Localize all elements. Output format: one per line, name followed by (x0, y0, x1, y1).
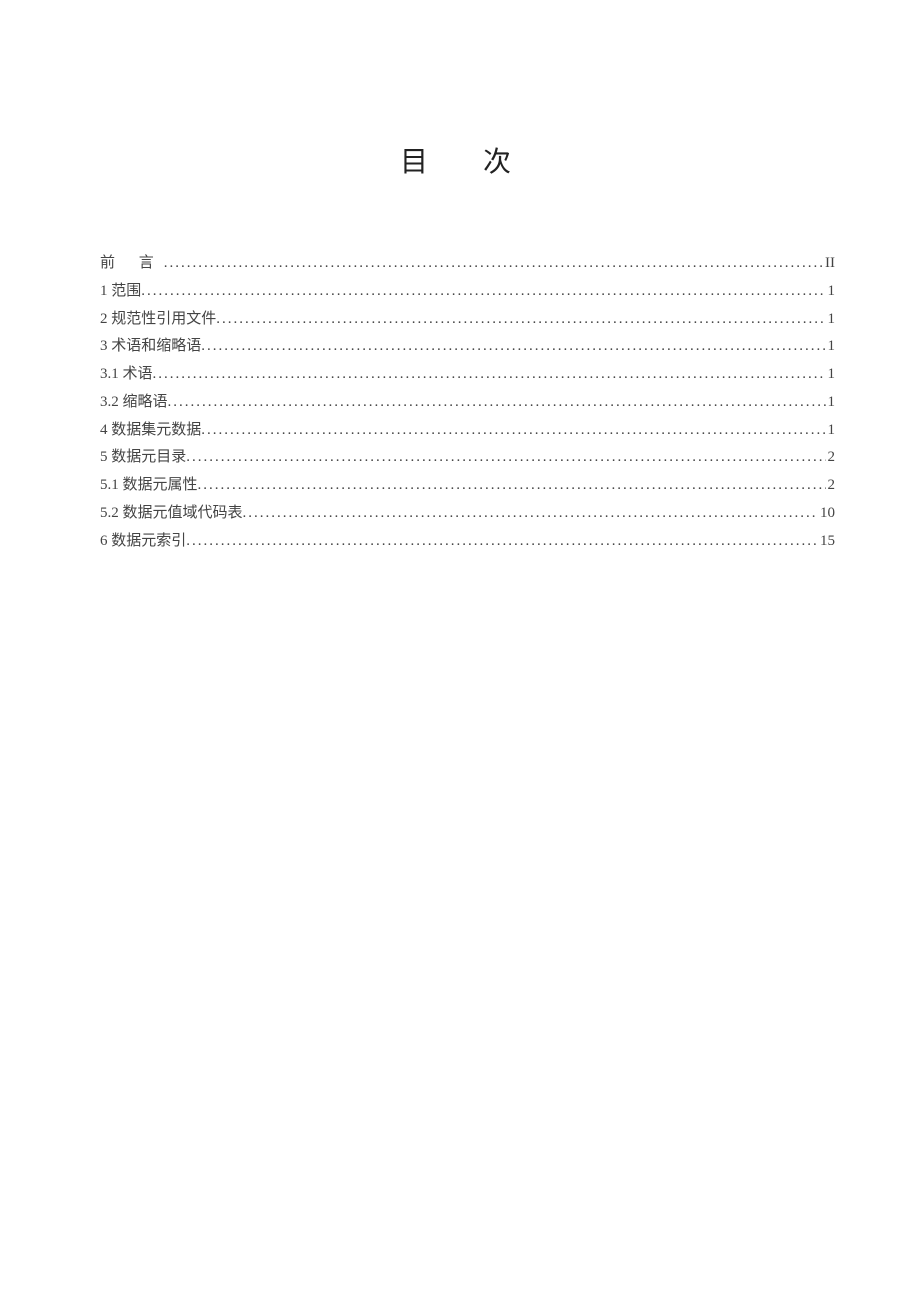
toc-dots (186, 528, 818, 556)
toc-dots (201, 417, 825, 445)
toc-dots (201, 333, 825, 361)
toc-entry-label: 5 数据元目录 (100, 444, 186, 472)
toc-entry: 1 范围 1 (100, 278, 835, 306)
toc-entry-label: 5.2 数据元值域代码表 (100, 500, 243, 528)
toc-dots (168, 389, 826, 417)
toc-entry-page: 1 (826, 306, 836, 334)
toc-entry-page: 2 (826, 444, 836, 472)
toc-title: 目 次 (100, 140, 835, 180)
toc-entry-page: II (823, 250, 835, 278)
toc-entry: 3 术语和缩略语 1 (100, 333, 835, 361)
toc-entry-label: 前 言 (100, 250, 164, 278)
toc-dots (164, 250, 823, 278)
toc-entry-label: 5.1 数据元属性 (100, 472, 198, 500)
toc-dots (153, 361, 826, 389)
toc-entry-page: 1 (826, 333, 836, 361)
toc-dots (186, 444, 825, 472)
toc-dots (141, 278, 825, 306)
toc-entry-label: 3.1 术语 (100, 361, 153, 389)
toc-entry-page: 1 (826, 389, 836, 417)
toc-dots (198, 472, 826, 500)
toc-dots (216, 306, 825, 334)
toc-entry: 3.1 术语 1 (100, 361, 835, 389)
toc-entry: 3.2 缩略语 1 (100, 389, 835, 417)
toc-entry-page: 2 (826, 472, 836, 500)
toc-entry-label: 3.2 缩略语 (100, 389, 168, 417)
toc-entry: 4 数据集元数据 1 (100, 417, 835, 445)
table-of-contents: 前 言 II 1 范围 1 2 规范性引用文件 1 3 术语和缩略语 1 3.1… (100, 250, 835, 555)
toc-entry: 5.2 数据元值域代码表 10 (100, 500, 835, 528)
toc-entry-page: 10 (818, 500, 835, 528)
toc-entry: 前 言 II (100, 250, 835, 278)
toc-entry-page: 15 (818, 528, 835, 556)
toc-entry-label: 3 术语和缩略语 (100, 333, 201, 361)
toc-entry-label: 2 规范性引用文件 (100, 306, 216, 334)
toc-entry: 5 数据元目录 2 (100, 444, 835, 472)
toc-entry-label: 6 数据元索引 (100, 528, 186, 556)
document-page: 目 次 前 言 II 1 范围 1 2 规范性引用文件 1 3 术语和缩略语 1… (0, 0, 920, 555)
toc-entry-label: 4 数据集元数据 (100, 417, 201, 445)
toc-entry-page: 1 (826, 278, 836, 306)
toc-entry-page: 1 (826, 361, 836, 389)
toc-entry-label: 1 范围 (100, 278, 141, 306)
toc-entry: 2 规范性引用文件 1 (100, 306, 835, 334)
toc-dots (243, 500, 818, 528)
toc-entry-page: 1 (826, 417, 836, 445)
toc-entry: 5.1 数据元属性 2 (100, 472, 835, 500)
toc-entry: 6 数据元索引 15 (100, 528, 835, 556)
